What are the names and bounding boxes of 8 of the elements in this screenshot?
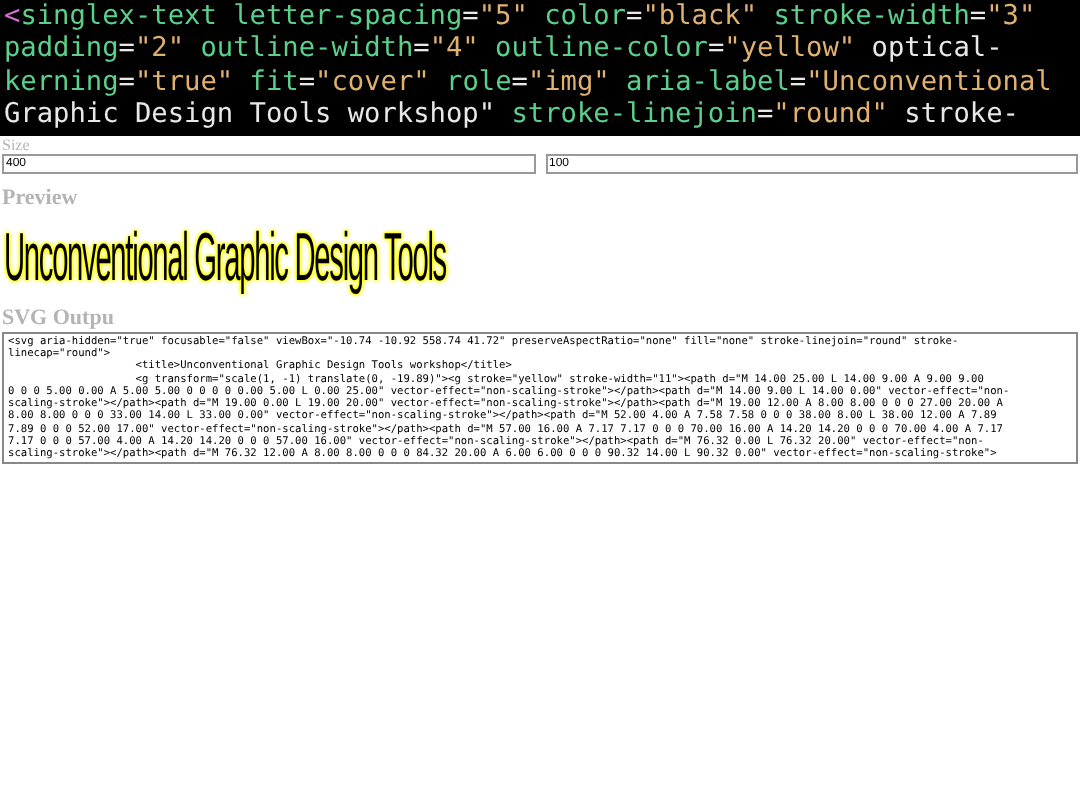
size-label: Size [2,137,32,154]
code-line: <singlex-text letter-spacing="5" color="black" stroke-width="3" [4,0,1038,33]
svg-output-heading: SVG Outpu [2,305,116,330]
preview-text: Unconventional Graphic Design Tools [4,217,446,298]
preview-heading: Preview [2,185,80,210]
code-line: padding="2" outline-width="4" outline-color="yellow" optical- [4,32,1005,66]
code-line: kerning="true" fit="cover" role="img" aria-label="Unconventional [4,65,1054,99]
code-line: Graphic Design Tools workshop" stroke-linejoin="round" stroke- [4,98,1021,132]
